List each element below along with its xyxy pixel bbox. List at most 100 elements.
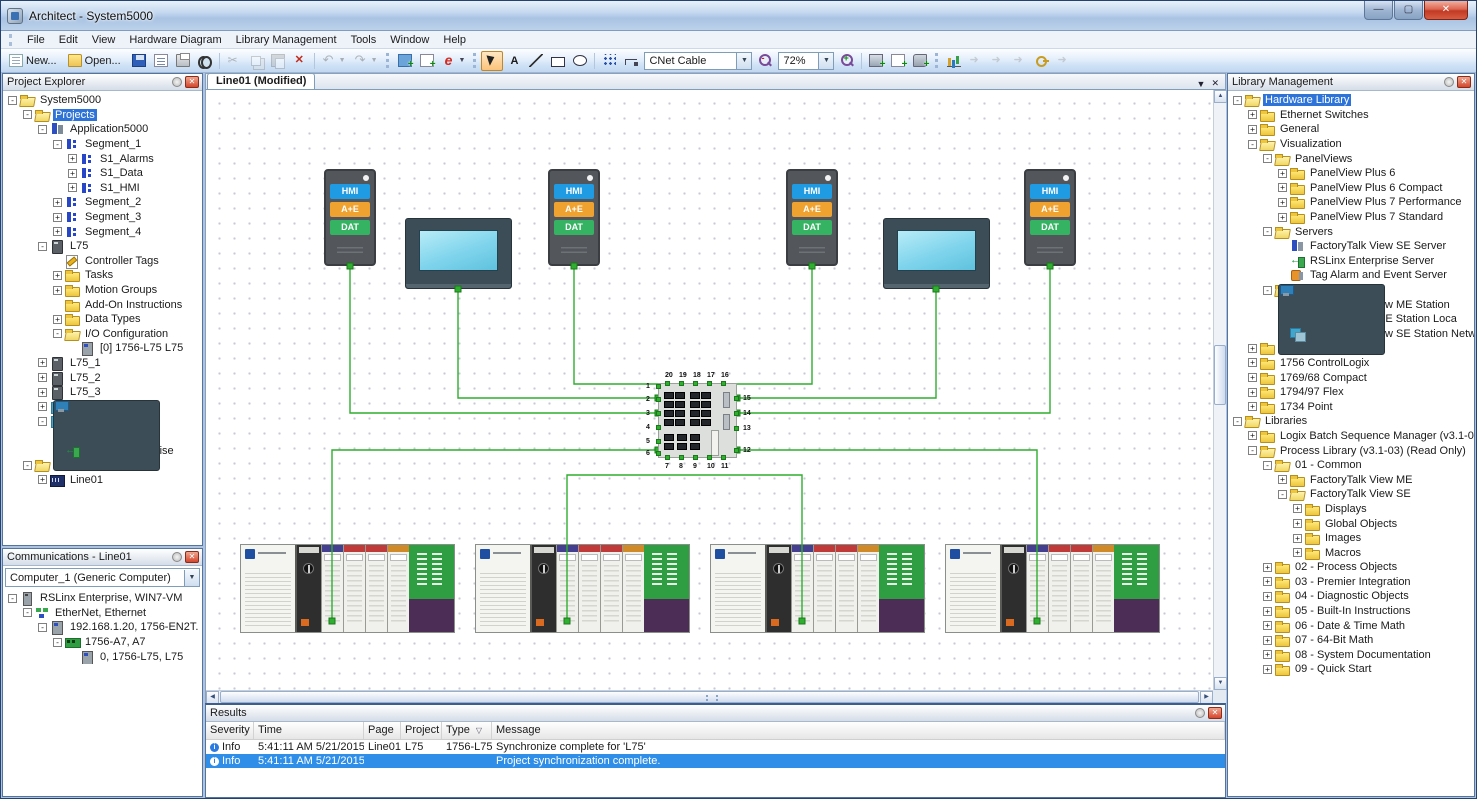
- lib-pvp6-compact[interactable]: + PanelView Plus 6 Compact: [1230, 181, 1474, 196]
- expander-icon[interactable]: +: [53, 270, 62, 280]
- column-header-message[interactable]: Message: [492, 722, 1225, 739]
- lib-hardware-library[interactable]: - Hardware Library: [1230, 93, 1474, 108]
- hmi-server-tower-3[interactable]: HMI A+E DAT: [786, 169, 838, 266]
- expander-icon[interactable]: -: [8, 95, 17, 105]
- expander-icon[interactable]: +: [1248, 387, 1257, 397]
- close-button[interactable]: ✕: [1424, 1, 1468, 20]
- computer-dropdown-icon[interactable]: ▼: [184, 569, 199, 586]
- lib-displays[interactable]: + Displays: [1230, 502, 1474, 517]
- expander-icon[interactable]: -: [23, 608, 32, 618]
- export-diagram-button[interactable]: [394, 51, 416, 71]
- expander-icon[interactable]: +: [1293, 504, 1302, 514]
- menu-item-tools[interactable]: Tools: [344, 33, 384, 47]
- controllogix-rack-2[interactable]: [475, 544, 690, 633]
- print-button[interactable]: [172, 51, 194, 71]
- cable-type-combobox[interactable]: CNet Cable ▼: [644, 51, 753, 70]
- node-l75-1[interactable]: + L75_1: [5, 356, 202, 371]
- expander-icon[interactable]: +: [1263, 621, 1272, 631]
- lib-macros[interactable]: + Macros: [1230, 545, 1474, 560]
- expander-icon[interactable]: -: [38, 241, 47, 251]
- expander-icon[interactable]: -: [38, 622, 47, 632]
- node-s1-hmi[interactable]: + S1_HMI: [5, 181, 202, 196]
- hmi-server-tower-4[interactable]: HMI A+E DAT: [1024, 169, 1076, 266]
- select-tool-button[interactable]: [481, 50, 504, 71]
- launch-application-button[interactable]: e ▼: [438, 51, 470, 71]
- expander-icon[interactable]: +: [1278, 212, 1287, 222]
- hmi-server-tower-2[interactable]: HMI A+E DAT: [548, 169, 600, 266]
- node-pvp-002-station[interactable]: +PVP_002: [5, 400, 202, 472]
- zoom-out-button[interactable]: -: [754, 51, 776, 71]
- add-hardware-button[interactable]: [909, 51, 931, 71]
- security-button[interactable]: [1031, 51, 1053, 71]
- open-button[interactable]: Open...: [64, 51, 128, 71]
- horizontal-scroll-thumb[interactable]: [220, 691, 1199, 703]
- lib-ftview-se-server[interactable]: FactoryTalk View SE Server: [1230, 239, 1474, 254]
- pin-icon[interactable]: [172, 552, 182, 562]
- zoom-level-combobox[interactable]: 72% ▼: [778, 51, 835, 70]
- expander-icon[interactable]: +: [1278, 168, 1287, 178]
- lib-03-premier-integration[interactable]: +03 - Premier Integration: [1230, 575, 1474, 590]
- delete-button[interactable]: [289, 51, 311, 71]
- lib-04-diagnostic-objects[interactable]: +04 - Diagnostic Objects: [1230, 589, 1474, 604]
- expander-icon[interactable]: -: [53, 139, 62, 149]
- node-s1-data[interactable]: + S1_Data: [5, 166, 202, 181]
- menu-item-edit[interactable]: Edit: [52, 33, 85, 47]
- lib-1756-controllogix[interactable]: +1756 ControlLogix: [1230, 356, 1474, 371]
- add-device-button[interactable]: [865, 51, 887, 71]
- tab-close-icon[interactable]: ✕: [1211, 78, 1219, 89]
- scroll-up-icon[interactable]: ▲: [1214, 90, 1227, 103]
- expander-icon[interactable]: +: [1278, 475, 1287, 485]
- undo-button[interactable]: ▼: [318, 51, 350, 71]
- panel-close-icon[interactable]: ✕: [1208, 707, 1222, 719]
- expander-icon[interactable]: +: [1263, 577, 1272, 587]
- results-row[interactable]: i Info 5:41:11 AM 5/21/2015 Line01 L75 1756-L…: [206, 740, 1225, 754]
- expander-icon[interactable]: -: [38, 124, 47, 134]
- lib-tag-alarm-server[interactable]: Tag Alarm and Event Server: [1230, 268, 1474, 283]
- expander-icon[interactable]: -: [38, 416, 47, 426]
- lib-general[interactable]: + General: [1230, 122, 1474, 137]
- node-l75-3[interactable]: + L75_3: [5, 385, 202, 401]
- ethernet-switch[interactable]: 1 2 3 4 5 6 20 19 18 17 16 15 14 13 12 7 8 9 10 11: [646, 372, 751, 470]
- expander-icon[interactable]: +: [68, 154, 77, 164]
- node-controller-tags[interactable]: Controller Tags: [5, 254, 202, 269]
- expander-icon[interactable]: +: [1248, 343, 1257, 353]
- lib-logix-batch[interactable]: + Logix Batch Sequence Manager (v3.1-02): [1230, 429, 1474, 444]
- panelview-terminal-2[interactable]: [883, 218, 990, 289]
- node-segment-1[interactable]: - Segment_1: [5, 137, 202, 152]
- node-tasks[interactable]: + Tasks: [5, 268, 202, 283]
- expander-icon[interactable]: +: [1248, 373, 1257, 383]
- rectangle-tool-button[interactable]: [547, 51, 569, 71]
- node-segment-2[interactable]: + Segment_2: [5, 195, 202, 210]
- diagram-canvas[interactable]: HMI A+E DAT HMI A+E DAT HMI A+E DAT HMI A+E DAT: [206, 90, 1215, 690]
- expander-icon[interactable]: +: [1263, 650, 1272, 660]
- expander-icon[interactable]: +: [53, 197, 62, 207]
- expander-icon[interactable]: +: [68, 168, 77, 178]
- menu-item-help[interactable]: Help: [436, 33, 473, 47]
- column-header-page[interactable]: Page: [364, 722, 401, 739]
- lib-05-built-in-instructions[interactable]: +05 - Built-In Instructions: [1230, 604, 1474, 619]
- zoom-dropdown-icon[interactable]: ▼: [818, 52, 834, 69]
- expander-icon[interactable]: -: [53, 329, 62, 339]
- node-system5000[interactable]: - System5000: [5, 93, 202, 108]
- horizontal-scrollbar[interactable]: ◀ ▶: [206, 690, 1213, 704]
- expander-icon[interactable]: +: [38, 402, 47, 412]
- expander-icon[interactable]: -: [1248, 139, 1257, 149]
- tab-list-dropdown-icon[interactable]: ▼: [1197, 79, 1206, 89]
- grid-toggle-button[interactable]: [598, 51, 620, 71]
- expander-icon[interactable]: +: [53, 314, 62, 324]
- redo-button[interactable]: ▼: [350, 51, 382, 71]
- expander-icon[interactable]: +: [38, 373, 47, 383]
- panel-close-icon[interactable]: ✕: [185, 551, 199, 563]
- node-192-168-1-20[interactable]: - 192.168.1.20, 1756-EN2T.: [5, 620, 202, 636]
- connector-tool-button[interactable]: [620, 51, 642, 71]
- lib-09-quick-start[interactable]: +09 - Quick Start: [1230, 662, 1474, 677]
- expander-icon[interactable]: -: [1263, 154, 1272, 164]
- node-segment-4[interactable]: + Segment_4: [5, 224, 202, 239]
- computer-combobox[interactable]: Computer_1 (Generic Computer) ▼: [5, 568, 200, 587]
- node-segment-3[interactable]: + Segment_3: [5, 210, 202, 225]
- panelview-terminal-1[interactable]: [405, 218, 512, 289]
- cut-button[interactable]: [223, 51, 245, 71]
- verify-button[interactable]: [965, 51, 987, 71]
- expander-icon[interactable]: +: [53, 285, 62, 295]
- text-tool-button[interactable]: A: [503, 51, 525, 71]
